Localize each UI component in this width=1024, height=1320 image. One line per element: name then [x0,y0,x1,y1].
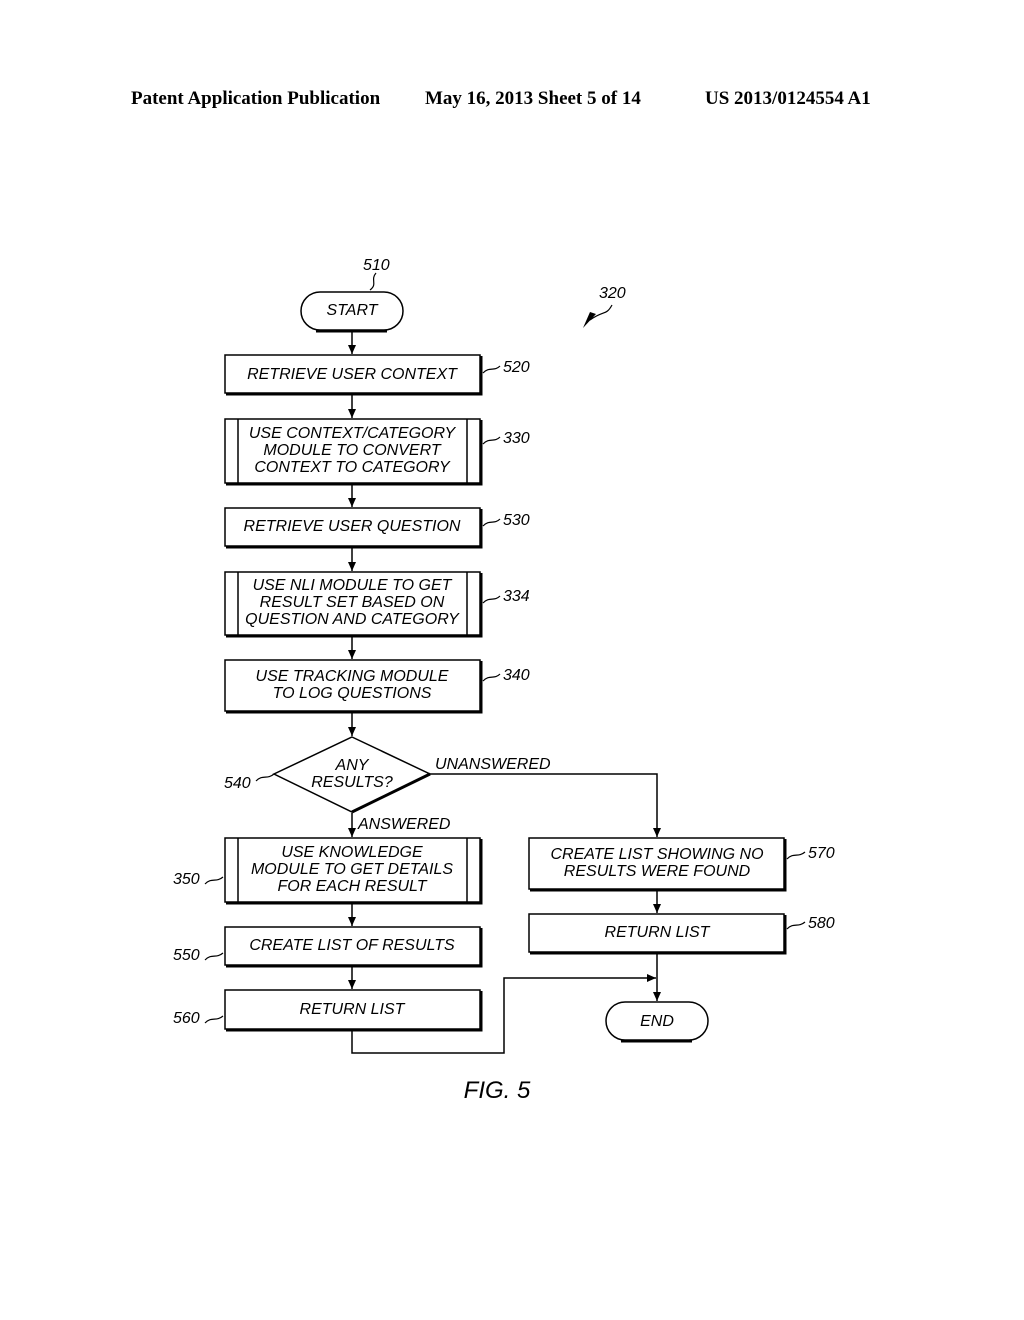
box-530-label: RETRIEVE USER QUESTION [244,518,461,535]
ref-334: 334 [503,588,530,605]
box-340-line-1: USE TRACKING MODULE [256,668,449,685]
box-560-label: RETURN LIST [300,1001,406,1018]
box-340-line-2: TO LOG QUESTIONS [273,685,432,702]
box-330-line-1: USE CONTEXT/CATEGORY [249,425,457,442]
decision-line-1: ANY [335,757,370,774]
ref-520: 520 [503,359,530,376]
box-350-line-2: MODULE TO GET DETAILS [251,861,453,878]
box-570-line-2: RESULTS WERE FOUND [564,863,751,880]
edge-label-unanswered: UNANSWERED [435,756,551,773]
start-label: START [327,302,379,319]
box-350-line-1: USE KNOWLEDGE [281,844,423,861]
ref-560: 560 [173,1010,200,1027]
ref-330: 330 [503,430,530,447]
ref-570: 570 [808,845,835,862]
box-550-label: CREATE LIST OF RESULTS [249,937,455,954]
edge-label-answered: ANSWERED [357,816,451,833]
box-570-line-1: CREATE LIST SHOWING NO [550,846,763,863]
box-334-line-2: RESULT SET BASED ON [260,594,445,611]
box-350-line-3: FOR EACH RESULT [277,878,427,895]
box-330-line-2: MODULE TO CONVERT [263,442,441,459]
decision-line-2: RESULTS? [311,774,393,791]
figure-caption: FIG. 5 [464,1077,531,1104]
ref-350: 350 [173,871,200,888]
ref-320: 320 [599,285,626,302]
ref-580: 580 [808,915,835,932]
ref-340: 340 [503,667,530,684]
box-520-label: RETRIEVE USER CONTEXT [247,366,458,383]
ref-510: 510 [363,257,390,274]
box-334-line-3: QUESTION AND CATEGORY [245,611,460,628]
ref-540: 540 [224,775,251,792]
box-334-line-1: USE NLI MODULE TO GET [253,577,453,594]
end-label: END [640,1013,674,1030]
ref-530: 530 [503,512,530,529]
ref-550: 550 [173,947,200,964]
flowchart: 510 320 520 330 530 334 340 540 350 550 … [173,257,835,1104]
box-330-line-3: CONTEXT TO CATEGORY [254,459,451,476]
box-580-label: RETURN LIST [605,924,711,941]
ref-320-arrowhead [583,312,596,328]
